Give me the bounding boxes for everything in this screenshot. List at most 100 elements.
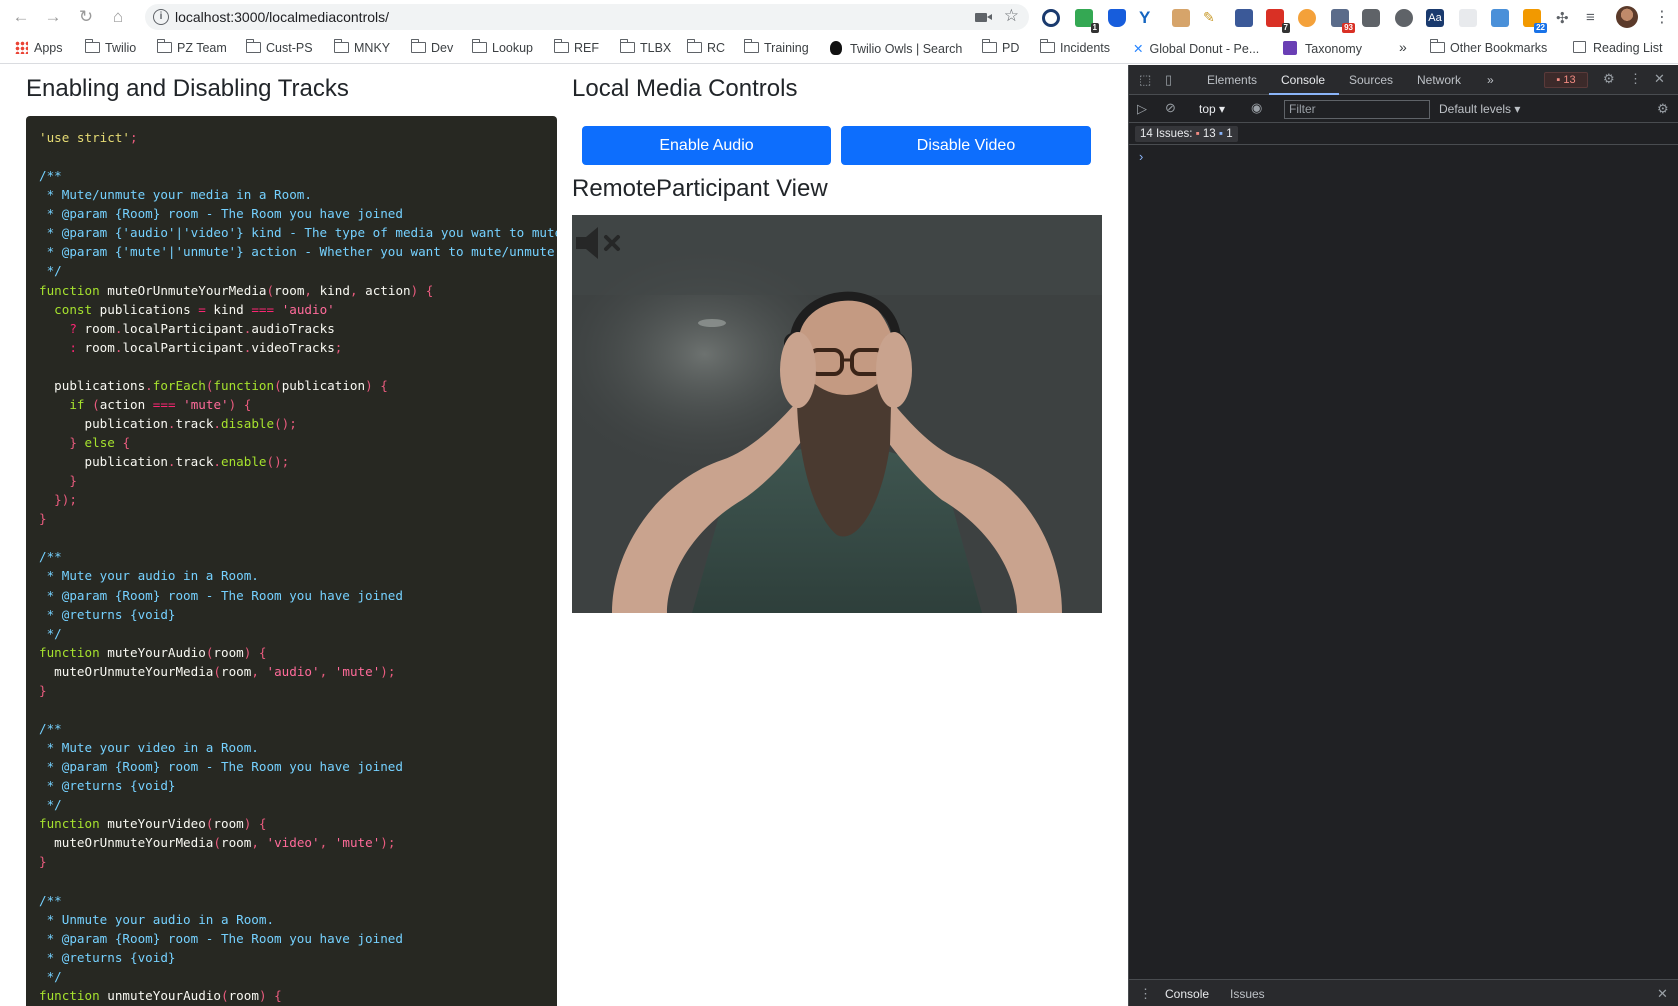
bookmark-pz-team[interactable]: PZ Team — [156, 39, 227, 55]
extension-badge: 1 — [1090, 23, 1099, 33]
folder-icon — [333, 39, 349, 53]
clear-console-icon[interactable]: ⊘ — [1165, 100, 1176, 116]
address-bar[interactable]: i localhost:3000/localmediacontrols/ ☆ — [145, 4, 1029, 30]
site-info-icon[interactable]: i — [153, 9, 169, 25]
extension-todoist-icon[interactable]: 7 — [1266, 9, 1290, 33]
camera-in-use-icon[interactable] — [975, 13, 992, 22]
settings-gear-icon[interactable]: ⚙ — [1603, 71, 1615, 87]
devtools-tab-bar: ⬚ ▯ Elements Console Sources Network » ▪… — [1129, 65, 1678, 95]
inspect-element-icon[interactable]: ⬚ — [1139, 72, 1151, 88]
address-url[interactable]: localhost:3000/localmediacontrols/ — [175, 9, 389, 25]
device-toggle-icon[interactable]: ▯ — [1165, 72, 1172, 88]
bookmark-mnky[interactable]: MNKY — [333, 39, 390, 55]
back-arrow-icon[interactable]: ← — [10, 6, 32, 28]
folder-icon — [410, 39, 426, 53]
code-text: 'use strict'; /** * Mute/unmute your med… — [39, 130, 557, 1003]
log-levels-dropdown[interactable]: Default levels ▾ — [1439, 102, 1520, 116]
extension-search-icon[interactable] — [1395, 9, 1413, 27]
extensions-puzzle-icon[interactable]: ✣ — [1556, 9, 1574, 27]
participant-video-frame — [572, 215, 1102, 613]
extension-box-icon[interactable] — [1172, 9, 1190, 27]
bookmark-lookup[interactable]: Lookup — [471, 39, 533, 55]
bookmark-global-donut[interactable]: ✕ Global Donut - Pe... — [1133, 41, 1259, 56]
forward-arrow-icon[interactable]: → — [42, 6, 64, 28]
live-expression-eye-icon[interactable]: ◉ — [1251, 100, 1262, 116]
reading-list-icon — [1573, 41, 1586, 53]
devtools-menu-icon[interactable]: ⋮ — [1629, 71, 1642, 87]
tab-network[interactable]: Network — [1417, 73, 1461, 87]
reading-mode-icon[interactable]: ≡ — [1586, 9, 1604, 27]
sidebar-toggle-icon[interactable]: ▷ — [1137, 101, 1147, 117]
list-icon — [1283, 41, 1297, 55]
console-settings-gear-icon[interactable]: ⚙ — [1657, 101, 1669, 117]
tab-sources[interactable]: Sources — [1349, 73, 1393, 87]
bookmark-apps[interactable]: Apps — [15, 41, 63, 55]
folder-icon — [245, 39, 261, 53]
folder-icon — [743, 39, 759, 53]
drawer-tab-console[interactable]: Console — [1165, 987, 1209, 1001]
bookmark-ref[interactable]: REF — [553, 39, 599, 55]
browser-menu-icon[interactable]: ⋮ — [1654, 7, 1670, 27]
home-icon[interactable]: ⌂ — [107, 6, 129, 28]
folder-icon — [619, 39, 635, 53]
code-block: 'use strict'; /** * Mute/unmute your med… — [26, 116, 557, 1006]
apps-grid-icon — [15, 41, 28, 54]
extension-ring-icon[interactable] — [1042, 9, 1060, 27]
reload-icon[interactable]: ↻ — [75, 6, 97, 28]
folder-icon — [686, 39, 702, 53]
error-count-badge[interactable]: ▪ 13 — [1544, 72, 1588, 88]
console-prompt-chevron-icon[interactable]: › — [1139, 149, 1143, 164]
bookmark-cust-ps[interactable]: Cust-PS — [245, 39, 313, 55]
tabs-overflow[interactable]: » — [1487, 73, 1494, 87]
bookmark-twilio[interactable]: Twilio — [84, 39, 136, 55]
bookmark-other[interactable]: Other Bookmarks — [1429, 39, 1547, 55]
context-selector[interactable]: top ▾ — [1199, 102, 1225, 116]
extension-calendar-icon[interactable]: 93 — [1331, 9, 1355, 33]
bookmark-incidents[interactable]: Incidents — [1039, 39, 1110, 55]
issues-bar: 14 Issues: ▪ 13 ▪ 1 — [1129, 123, 1678, 145]
bitwarden-shield-icon[interactable] — [1108, 9, 1126, 27]
close-devtools-icon[interactable]: ✕ — [1654, 71, 1665, 87]
remote-participant-heading: RemoteParticipant View — [572, 175, 828, 202]
bookmarks-bar: Apps Twilio PZ Team Cust-PS MNKY Dev Loo… — [0, 34, 1678, 64]
profile-avatar[interactable] — [1616, 6, 1638, 28]
bookmark-training[interactable]: Training — [743, 39, 809, 55]
folder-icon — [84, 39, 100, 53]
drawer-menu-icon[interactable]: ⋮ — [1139, 986, 1152, 1002]
extension-dictionary-icon[interactable]: Aa — [1426, 9, 1444, 27]
issues-info-icon: ▪ — [1218, 128, 1223, 140]
bookmark-rc[interactable]: RC — [686, 39, 725, 55]
issues-counter[interactable]: 14 Issues: ▪ 13 ▪ 1 — [1135, 126, 1238, 142]
extension-calc-icon[interactable] — [1235, 9, 1253, 27]
folder-icon — [1039, 39, 1055, 53]
tab-console[interactable]: Console — [1281, 73, 1325, 87]
bookmark-pd[interactable]: PD — [981, 39, 1019, 55]
speaker-muted-icon — [576, 227, 620, 259]
console-filter-input[interactable]: Filter — [1284, 100, 1430, 119]
bookmark-taxonomy[interactable]: Taxonomy — [1283, 41, 1362, 56]
close-drawer-icon[interactable]: ✕ — [1657, 986, 1668, 1002]
extension-badge: 22 — [1534, 23, 1547, 33]
extension-brush-icon[interactable]: ✎ — [1203, 9, 1221, 27]
console-toolbar: ▷ ⊘ top ▾ ◉ Filter Default levels ▾ ⚙ — [1129, 95, 1678, 123]
bookmark-reading-list[interactable]: Reading List — [1573, 41, 1663, 55]
extension-sheet-icon[interactable]: 1 — [1075, 9, 1099, 33]
bookmark-twilio-owls[interactable]: Twilio Owls | Search — [830, 41, 962, 56]
extension-page-icon[interactable] — [1459, 9, 1477, 27]
bookmark-tlbx[interactable]: TLBX — [619, 39, 671, 55]
extension-image-icon[interactable] — [1491, 9, 1509, 27]
extension-ghost-icon[interactable] — [1362, 9, 1380, 27]
tab-elements[interactable]: Elements — [1207, 73, 1257, 87]
bookmark-dev[interactable]: Dev — [410, 39, 453, 55]
disable-video-button[interactable]: Disable Video — [841, 126, 1091, 165]
extension-v-icon[interactable]: Y — [1139, 9, 1157, 27]
enable-audio-button[interactable]: Enable Audio — [582, 126, 831, 165]
bookmark-star-icon[interactable]: ☆ — [1004, 6, 1019, 26]
page-content: Enabling and Disabling Tracks 'use stric… — [0, 65, 1128, 1006]
bookmarks-overflow[interactable]: » — [1399, 39, 1407, 55]
owl-icon — [830, 41, 842, 55]
extension-rss-icon[interactable]: 22 — [1523, 9, 1547, 33]
drawer-tab-issues[interactable]: Issues — [1230, 987, 1265, 1001]
folder-icon — [981, 39, 997, 53]
extension-cookie-icon[interactable] — [1298, 9, 1316, 27]
